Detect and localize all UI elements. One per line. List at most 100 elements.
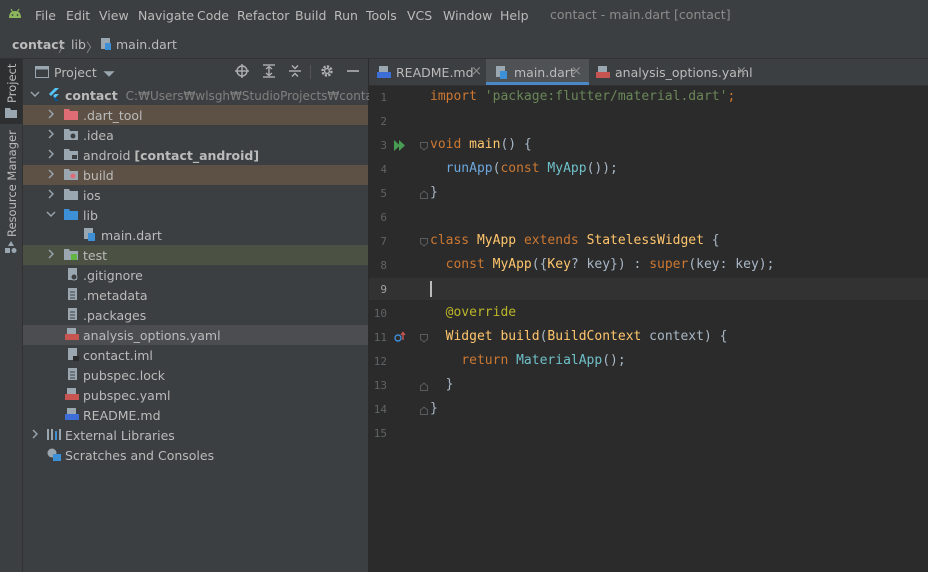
- menu-vcs[interactable]: VCS: [407, 8, 432, 23]
- fold-icon[interactable]: [420, 334, 428, 343]
- module-suffix: [contact_android]: [134, 148, 260, 163]
- tree-item-packages[interactable]: .packages: [23, 305, 368, 325]
- menu-help[interactable]: Help: [500, 8, 529, 23]
- build-folder-icon: [64, 169, 78, 180]
- breadcrumb-folder[interactable]: lib: [71, 37, 86, 52]
- menu-run[interactable]: Run: [334, 8, 358, 23]
- tree-item-pubspec-lock[interactable]: pubspec.lock: [23, 365, 368, 385]
- minimize-icon[interactable]: [346, 64, 360, 78]
- run-icon[interactable]: [394, 140, 406, 151]
- fold-icon[interactable]: [420, 142, 428, 151]
- library-icon: [47, 429, 61, 440]
- punctuation: context) {: [641, 329, 728, 344]
- menu-build[interactable]: Build: [295, 8, 326, 23]
- gear-icon[interactable]: [320, 64, 334, 78]
- project-tool-label[interactable]: Project: [5, 64, 19, 103]
- close-icon[interactable]: ×: [736, 64, 747, 79]
- code-line-8[interactable]: const MyApp({Key? key}) : super(key: key…: [430, 257, 775, 272]
- tree-item-main-dart[interactable]: main.dart: [23, 225, 368, 245]
- code-line-4[interactable]: runApp(const MyApp());: [430, 161, 618, 176]
- tree-item-label: pubspec.lock: [83, 368, 166, 383]
- code-line-1[interactable]: import 'package:flutter/material.dart';: [430, 89, 735, 104]
- tree-item-idea[interactable]: .idea: [23, 125, 368, 145]
- fold-icon[interactable]: [420, 238, 428, 247]
- menu-view[interactable]: View: [99, 8, 129, 23]
- tree-item-metadata[interactable]: .metadata: [23, 285, 368, 305]
- breadcrumb-file[interactable]: main.dart: [116, 37, 177, 52]
- project-view-selector[interactable]: Project: [54, 65, 97, 80]
- tab-analysis-options[interactable]: analysis_options.yaml ×: [590, 59, 760, 85]
- tree-item-analysis-options[interactable]: analysis_options.yaml: [23, 325, 368, 345]
- tree-item-build[interactable]: build: [23, 165, 368, 185]
- tree-item-external-libraries[interactable]: External Libraries: [23, 425, 368, 445]
- chevron-down-icon[interactable]: [29, 88, 41, 100]
- tree-item-pubspec-yaml[interactable]: pubspec.yaml: [23, 385, 368, 405]
- expand-all-icon[interactable]: [262, 64, 276, 78]
- tree-item-readme[interactable]: README.md: [23, 405, 368, 425]
- chevron-right-icon[interactable]: [45, 108, 57, 120]
- punctuation: }: [430, 185, 438, 200]
- tree-item-gitignore[interactable]: .gitignore: [23, 265, 368, 285]
- chevron-right-icon[interactable]: [45, 168, 57, 180]
- punctuation: (key: key);: [688, 257, 775, 272]
- fold-icon[interactable]: [420, 406, 428, 415]
- tree-item-scratches[interactable]: Scratches and Consoles: [23, 445, 368, 465]
- menu-refactor[interactable]: Refactor: [237, 8, 289, 23]
- collapse-all-icon[interactable]: [288, 64, 302, 78]
- folder-icon: [64, 189, 78, 200]
- tree-item-test[interactable]: test: [23, 245, 368, 265]
- fold-icon[interactable]: [420, 190, 428, 199]
- chevron-right-icon[interactable]: [45, 148, 57, 160]
- menu-edit[interactable]: Edit: [66, 8, 90, 23]
- string-literal: 'package:flutter/material.dart': [484, 89, 728, 104]
- tree-item-dart-tool[interactable]: .dart_tool: [23, 105, 368, 125]
- code-line-7[interactable]: class MyApp extends StatelessWidget {: [430, 233, 720, 248]
- code-line-3[interactable]: void main() {: [430, 137, 532, 152]
- menu-code[interactable]: Code: [197, 8, 229, 23]
- breadcrumb-project[interactable]: contact: [12, 37, 65, 52]
- code-line-5[interactable]: }: [430, 185, 438, 200]
- tree-item-label: contact.iml: [83, 348, 153, 363]
- locate-icon[interactable]: [235, 64, 249, 78]
- menu-navigate[interactable]: Navigate: [138, 8, 194, 23]
- chevron-down-icon[interactable]: [45, 208, 57, 220]
- tree-item-label: lib: [83, 208, 98, 223]
- punctuation: }: [445, 377, 454, 392]
- tab-main-dart[interactable]: main.dart ×: [486, 59, 589, 85]
- menu-tools[interactable]: Tools: [366, 8, 397, 23]
- code-line-10[interactable]: @override: [430, 305, 516, 320]
- code-line-14[interactable]: }: [430, 401, 438, 416]
- code-line-12[interactable]: return MaterialApp();: [430, 353, 625, 368]
- chevron-right-icon[interactable]: [29, 428, 41, 440]
- code-line-11[interactable]: Widget build(BuildContext context) {: [430, 329, 728, 344]
- code-line-13[interactable]: }: [430, 377, 454, 392]
- tree-item-contact-iml[interactable]: contact.iml: [23, 345, 368, 365]
- close-icon[interactable]: ×: [571, 64, 582, 79]
- keyword: import: [430, 89, 477, 104]
- tree-item-android[interactable]: android [contact_android]: [23, 145, 368, 165]
- menu-window[interactable]: Window: [443, 8, 492, 23]
- close-icon[interactable]: ×: [471, 64, 482, 79]
- override-icon[interactable]: [394, 331, 406, 343]
- tab-readme[interactable]: README.md ×: [369, 59, 485, 85]
- tool-window-strip: Project Resource Manager: [0, 59, 23, 572]
- folder-icon: [5, 108, 17, 118]
- line-number: 12: [373, 355, 387, 368]
- tree-item-ios[interactable]: ios: [23, 185, 368, 205]
- chevron-down-icon[interactable]: [102, 67, 116, 81]
- toolbar-divider: [310, 65, 311, 79]
- tree-item-label: .gitignore: [83, 268, 143, 283]
- tree-root[interactable]: contact C:₩Users₩wlsgh₩StudioProjects₩co…: [23, 85, 384, 105]
- chevron-right-icon[interactable]: [45, 248, 57, 260]
- menu-file[interactable]: File: [35, 8, 56, 23]
- chevron-right-icon[interactable]: [45, 188, 57, 200]
- annotation: @override: [445, 305, 517, 320]
- project-panel: Project contact C:₩Users₩wlsgh₩StudioPro…: [23, 59, 384, 572]
- tree-item-label: build: [83, 168, 114, 183]
- class-name: MaterialApp: [516, 353, 603, 368]
- keyword: const: [445, 257, 485, 272]
- tree-item-lib[interactable]: lib: [23, 205, 368, 225]
- chevron-right-icon[interactable]: [45, 128, 57, 140]
- fold-icon[interactable]: [420, 382, 428, 391]
- resource-manager-label[interactable]: Resource Manager: [5, 130, 19, 237]
